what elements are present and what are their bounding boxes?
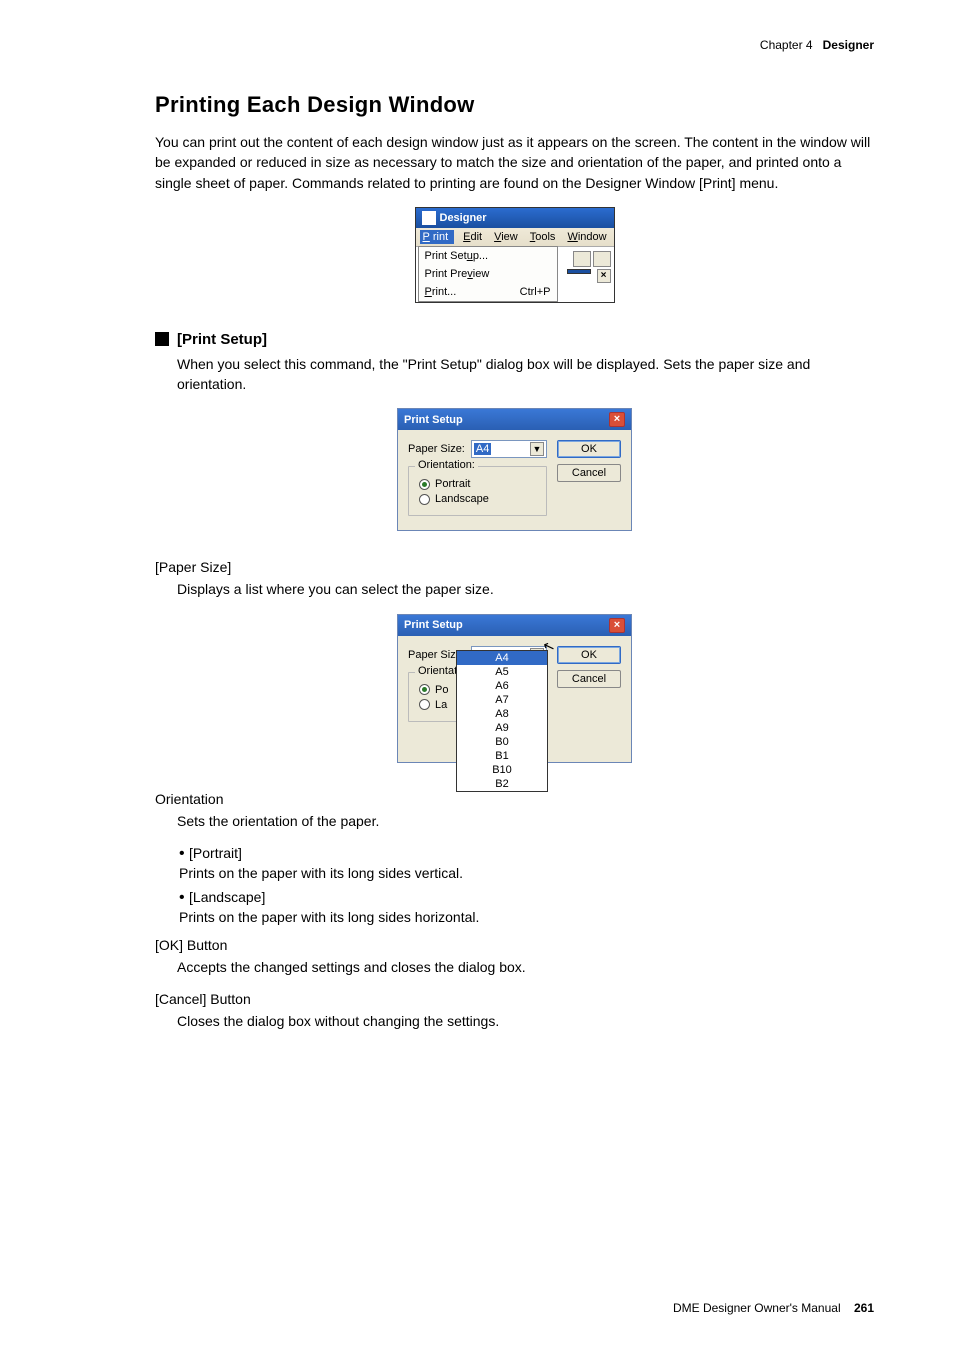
cancel-button[interactable]: Cancel (557, 670, 621, 688)
ok-button-desc: Accepts the changed settings and closes … (177, 957, 874, 977)
option-a9[interactable]: A9 (457, 721, 547, 735)
ok-button[interactable]: OK (557, 440, 621, 458)
menu-print[interactable]: Print (420, 230, 455, 244)
ok-button-heading: [OK] Button (155, 937, 874, 953)
designer-titlebar: Designer (416, 208, 614, 228)
landscape-item: [Landscape] Prints on the paper with its… (179, 889, 874, 925)
toolbar-icon[interactable] (573, 251, 591, 267)
print-dropdown: Print Setup... Print Preview Print...Ctr… (418, 246, 558, 302)
paper-size-options: A4 A5 A6 A7 A8 A9 B0 B1 B10 B2 (456, 650, 548, 792)
menu-item-print[interactable]: Print...Ctrl+P (419, 283, 557, 301)
radio-portrait[interactable]: Portrait (419, 478, 536, 490)
option-a6[interactable]: A6 (457, 679, 547, 693)
menu-bar: Print Edit View Tools Window (416, 228, 614, 247)
menu-item-print-preview[interactable]: Print Preview (419, 265, 557, 283)
page-number: 261 (854, 1301, 874, 1315)
toolbar-icons: × (567, 251, 611, 283)
radio-landscape[interactable]: Landscape (419, 493, 536, 505)
close-icon[interactable]: × (609, 618, 625, 633)
dialog-title: Print Setup (404, 414, 463, 426)
orientation-desc: Sets the orientation of the paper. (177, 811, 874, 831)
page-title: Printing Each Design Window (155, 92, 874, 118)
orientation-heading: Orientation (155, 791, 874, 807)
option-b0[interactable]: B0 (457, 735, 547, 749)
toolbar-icon[interactable] (593, 251, 611, 267)
menu-window[interactable]: Window (564, 230, 609, 244)
option-b2[interactable]: B2 (457, 777, 547, 791)
designer-menu-figure: Designer Print Edit View Tools Window Pr… (415, 207, 615, 303)
menu-edit[interactable]: Edit (460, 230, 485, 244)
chevron-down-icon[interactable]: ▼ (530, 442, 544, 456)
menu-tools[interactable]: Tools (527, 230, 559, 244)
intro-paragraph: You can print out the content of each de… (155, 132, 874, 193)
option-a5[interactable]: A5 (457, 665, 547, 679)
paper-size-desc: Displays a list where you can select the… (177, 579, 874, 599)
inner-titlebar (567, 269, 591, 274)
paper-size-select[interactable]: A4 ▼ (471, 440, 547, 458)
paper-size-heading: [Paper Size] (155, 559, 874, 575)
option-a4[interactable]: A4 (457, 651, 547, 665)
print-setup-dialog-open: Print Setup × Paper Size: A4 ▼ O (397, 614, 632, 763)
option-b10[interactable]: B10 (457, 763, 547, 777)
app-icon (422, 211, 436, 225)
section-text: Designer (823, 38, 874, 52)
menu-view[interactable]: View (491, 230, 521, 244)
option-b1[interactable]: B1 (457, 749, 547, 763)
print-setup-desc: When you select this command, the "Print… (177, 354, 874, 395)
bullet-square-icon (155, 332, 169, 346)
option-a7[interactable]: A7 (457, 693, 547, 707)
page-header: Chapter 4 Designer (155, 38, 874, 52)
cancel-button-heading: [Cancel] Button (155, 991, 874, 1007)
orientation-group: Orientation: Portrait Landscape (408, 466, 547, 516)
paper-size-label: Paper Size: (408, 443, 465, 455)
option-a8[interactable]: A8 (457, 707, 547, 721)
orientation-list: [Portrait] Prints on the paper with its … (179, 845, 874, 925)
close-icon[interactable]: × (597, 269, 611, 283)
print-setup-heading: [Print Setup] (155, 331, 874, 348)
designer-title: Designer (440, 212, 487, 224)
dialog-title: Print Setup (404, 619, 463, 631)
cancel-button-desc: Closes the dialog box without changing t… (177, 1011, 874, 1031)
ok-button[interactable]: OK (557, 646, 621, 664)
menu-item-print-setup[interactable]: Print Setup... (419, 247, 557, 265)
print-setup-dialog: Print Setup × Paper Size: A4 ▼ Orientati… (397, 408, 632, 531)
page-footer: DME Designer Owner's Manual 261 (673, 1301, 874, 1315)
chapter-text: Chapter 4 (760, 38, 813, 52)
close-icon[interactable]: × (609, 412, 625, 427)
portrait-item: [Portrait] Prints on the paper with its … (179, 845, 874, 881)
cancel-button[interactable]: Cancel (557, 464, 621, 482)
